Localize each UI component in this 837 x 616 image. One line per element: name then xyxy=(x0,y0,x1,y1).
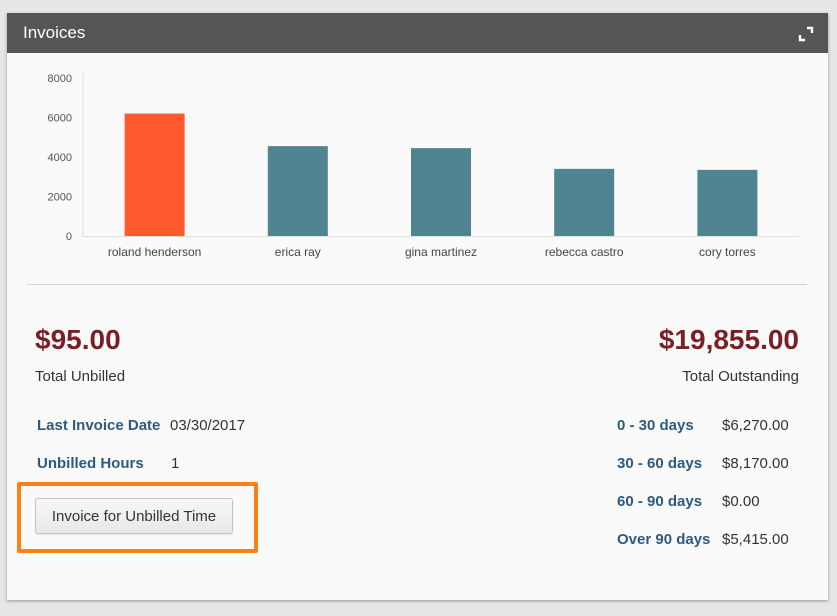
unbilled-hours-label: Unbilled Hours xyxy=(37,455,144,472)
x-category-label: erica ray xyxy=(275,245,321,259)
y-tick-label: 0 xyxy=(66,231,72,243)
total-unbilled-amount: $95.00 xyxy=(35,324,121,355)
total-outstanding-amount: $19,855.00 xyxy=(658,324,799,355)
bar-rebecca-castro xyxy=(554,168,615,236)
unbilled-hours-value: 1 xyxy=(171,455,180,472)
last-invoice-date-value: 03/30/2017 xyxy=(170,417,246,434)
bar-gina-martinez xyxy=(411,148,471,236)
x-category-label: rebecca castro xyxy=(545,245,624,259)
aging-value-30-60: $8,170.00 xyxy=(722,455,789,472)
aging-value-0-30: $6,270.00 xyxy=(722,417,789,434)
aging-value-60-90: $0.00 xyxy=(722,493,760,510)
divider xyxy=(27,284,807,285)
x-category-label: cory torres xyxy=(699,245,756,259)
invoices-panel: Invoices 0 2000 4000 6000 8000 roland henders… xyxy=(7,13,828,600)
bar-erica-ray xyxy=(267,146,328,236)
invoice-unbilled-time-button[interactable]: Invoice for Unbilled Time xyxy=(35,498,233,534)
aging-label-0-30: 0 - 30 days xyxy=(617,417,694,434)
total-outstanding-caption: Total Outstanding xyxy=(682,368,799,385)
total-unbilled-caption: Total Unbilled xyxy=(35,368,126,385)
last-invoice-date-label: Last Invoice Date xyxy=(37,417,161,434)
panel-title: Invoices xyxy=(23,23,86,42)
aging-label-30-60: 30 - 60 days xyxy=(617,455,703,472)
x-category-label: roland henderson xyxy=(108,245,201,259)
aging-value-over-90: $5,415.00 xyxy=(722,531,789,548)
aging-label-60-90: 60 - 90 days xyxy=(617,493,703,510)
bar-roland-henderson xyxy=(124,113,185,236)
aging-label-over-90: Over 90 days xyxy=(617,531,711,548)
y-tick-label: 8000 xyxy=(48,73,72,85)
y-tick-label: 6000 xyxy=(48,113,72,125)
panel-header: Invoices xyxy=(7,13,828,53)
y-tick-label: 4000 xyxy=(48,152,72,164)
bar-cory-torres xyxy=(697,169,758,236)
invoices-bar-chart: 0 2000 4000 6000 8000 roland henderson erica r… xyxy=(48,73,799,259)
y-tick-label: 2000 xyxy=(48,192,72,204)
expand-icon[interactable] xyxy=(798,26,814,42)
x-category-label: gina martinez xyxy=(405,245,477,259)
